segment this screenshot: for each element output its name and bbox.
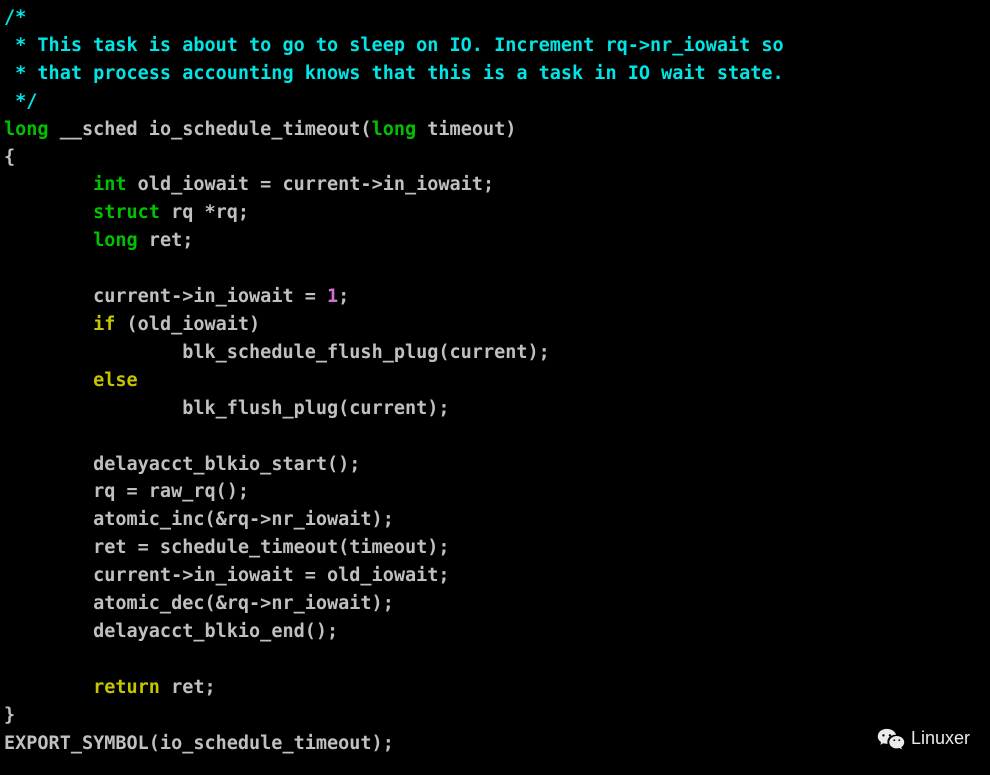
- code-text: current->in_iowait =: [93, 286, 327, 307]
- keyword: int: [93, 174, 126, 195]
- code-text: atomic_inc(&rq->nr_iowait);: [93, 509, 394, 530]
- code-text: rq = raw_rq();: [93, 481, 249, 502]
- code-text: timeout): [416, 119, 516, 140]
- code-text: ret = schedule_timeout(timeout);: [93, 537, 449, 558]
- keyword: else: [93, 370, 138, 391]
- comment-line: * This task is about to go to sleep on I…: [4, 35, 784, 56]
- keyword: long: [372, 119, 417, 140]
- number-literal: 1: [327, 286, 338, 307]
- keyword: if: [93, 314, 115, 335]
- code-text: blk_flush_plug(current);: [182, 398, 449, 419]
- code-block: /* * This task is about to go to sleep o…: [0, 0, 990, 757]
- code-text: (old_iowait): [115, 314, 260, 335]
- code-text: delayacct_blkio_start();: [93, 454, 360, 475]
- code-text: EXPORT_SYMBOL(io_schedule_timeout);: [4, 733, 394, 754]
- code-text: rq *rq;: [160, 202, 249, 223]
- keyword: long: [4, 119, 49, 140]
- code-text: atomic_dec(&rq->nr_iowait);: [93, 593, 394, 614]
- watermark-label: Linuxer: [911, 725, 970, 753]
- code-text: ret;: [160, 677, 216, 698]
- code-text: __sched io_schedule_timeout(: [49, 119, 372, 140]
- code-text: ;: [338, 286, 349, 307]
- code-text: }: [4, 705, 15, 726]
- code-text: ret;: [138, 230, 194, 251]
- code-text: {: [4, 147, 15, 168]
- watermark: Linuxer: [877, 725, 970, 753]
- keyword: long: [93, 230, 138, 251]
- wechat-icon: [877, 727, 905, 751]
- keyword: return: [93, 677, 160, 698]
- comment-line: */: [4, 91, 37, 112]
- keyword: struct: [93, 202, 160, 223]
- code-text: blk_schedule_flush_plug(current);: [182, 342, 550, 363]
- comment-line: * that process accounting knows that thi…: [4, 63, 784, 84]
- code-text: current->in_iowait = old_iowait;: [93, 565, 449, 586]
- code-text: delayacct_blkio_end();: [93, 621, 338, 642]
- code-text: old_iowait = current->in_iowait;: [127, 174, 495, 195]
- comment-line: /*: [4, 7, 26, 28]
